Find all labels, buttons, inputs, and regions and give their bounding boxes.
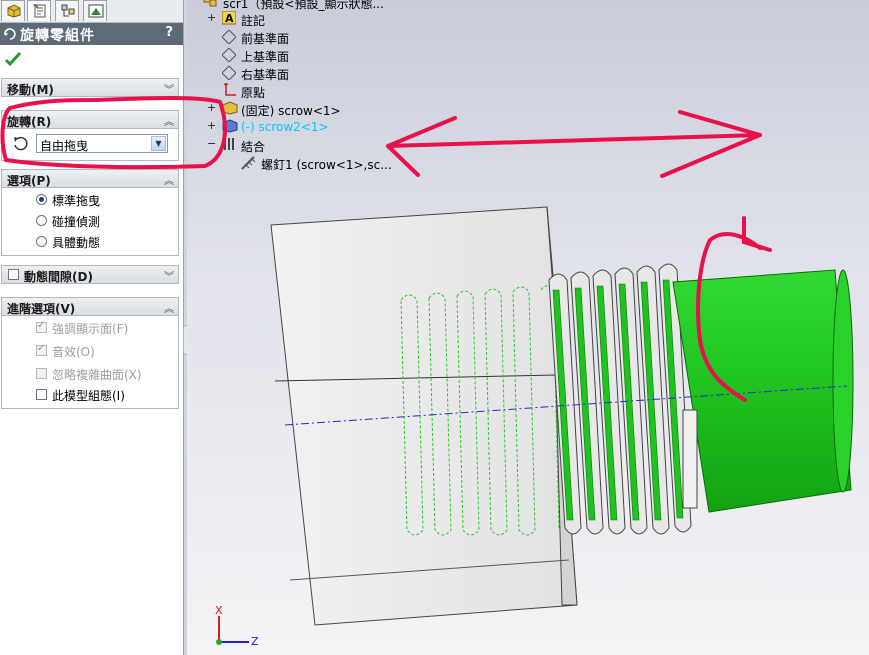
options-group-label: 選項(P): [7, 174, 51, 188]
move-group-header[interactable]: 移動(M) ︾: [1, 78, 179, 97]
expand-plus-icon[interactable]: +: [207, 101, 216, 114]
annotations-icon: A: [222, 11, 236, 25]
property-manager-panel: 旋轉零組件 ? 移動(M) ︾ 旋轉(R) ︽ 自由拖曳 ▼ 選項(P) ︽ 標…: [0, 0, 184, 655]
origin-icon: [223, 83, 236, 96]
expand-chevron-icon: ︾: [164, 85, 174, 96]
dynamic-clearance-group-header[interactable]: 動態間隙(D) ︾: [1, 265, 179, 284]
rotate-type-value: 自由拖曳: [40, 139, 89, 153]
advanced-group-header[interactable]: 進階選項(V) ︽: [1, 297, 179, 316]
expand-plus-icon[interactable]: +: [207, 11, 216, 24]
part-icon: [222, 101, 238, 115]
graphics-area[interactable]: scr1（預設<預設_顯示狀態... + A 註記 前基準面 上基準面 右基準面…: [187, 0, 869, 655]
option-label: 音效(O): [52, 345, 95, 359]
x-axis-label: X: [215, 604, 223, 617]
feature-manager-tab[interactable]: [1, 0, 25, 21]
manager-tabs: [0, 0, 183, 23]
options-group-header[interactable]: 選項(P) ︽: [1, 169, 179, 188]
screw-head-cylinder: [672, 269, 852, 513]
collapse-chevron-icon: ︽: [164, 117, 174, 128]
free-drag-rotate-icon: [14, 136, 28, 151]
feature-manager-tree: scr1（預設<預設_顯示狀態... + A 註記 前基準面 上基準面 右基準面…: [187, 0, 869, 180]
radio-button[interactable]: [36, 194, 47, 205]
property-manager-tab[interactable]: [27, 0, 51, 21]
rotate-group-label: 旋轉(R): [7, 115, 52, 129]
option-label: 碰撞偵測: [52, 215, 101, 229]
option-label: 此模型組態(I): [52, 389, 125, 403]
move-group-label: 移動(M): [7, 83, 54, 97]
option-label: 忽略複雜曲面(X): [52, 368, 142, 382]
z-axis-label: Z: [251, 635, 259, 648]
plane-icon: [222, 66, 236, 80]
option-label: 標準拖曳: [52, 194, 101, 208]
dynamic-clearance-checkbox[interactable]: [8, 269, 19, 280]
screw-head-end-face: [832, 269, 854, 493]
plane-icon: [222, 30, 236, 44]
dynamic-clearance-label: 動態間隙(D): [24, 270, 93, 284]
mates-icon: [224, 138, 234, 150]
checkbox: [36, 368, 47, 379]
dim-xpert-icon: [88, 4, 104, 18]
option-label: 強調顯示面(F): [52, 322, 129, 336]
rotate-group-header[interactable]: 旋轉(R) ︽: [1, 110, 179, 129]
checkbox: [36, 343, 47, 356]
radio-button[interactable]: [36, 215, 47, 226]
advanced-group-label: 進階選項(V): [7, 302, 76, 316]
screw-mate-icon: [241, 156, 256, 170]
panel-title-bar: 旋轉零組件 ?: [0, 23, 183, 45]
expand-plus-icon[interactable]: +: [207, 119, 216, 132]
collapse-chevron-icon: ︽: [164, 176, 174, 187]
ok-check-icon[interactable]: [4, 51, 22, 67]
property-manager-icon: [33, 4, 46, 18]
checkbox[interactable]: [36, 389, 47, 400]
option-label: 具體動態: [52, 236, 101, 250]
assembly-icon: [203, 0, 217, 7]
reference-triad: X Z: [211, 604, 261, 652]
configuration-manager-tab[interactable]: [55, 0, 79, 21]
rotate-type-dropdown[interactable]: 自由拖曳 ▼: [36, 134, 168, 153]
radio-button[interactable]: [36, 236, 47, 247]
dropdown-arrow-icon[interactable]: ▼: [151, 136, 166, 151]
svg-text:A: A: [225, 12, 234, 25]
dimxpert-tab[interactable]: [83, 0, 107, 21]
collapse-minus-icon[interactable]: −: [207, 137, 216, 150]
expand-chevron-icon: ︾: [164, 272, 174, 283]
part-icon: [222, 119, 238, 133]
feature-manager-icon: [7, 4, 21, 18]
collapse-chevron-icon: ︽: [164, 304, 174, 315]
checkbox: [36, 320, 47, 333]
configuration-manager-icon: [61, 4, 75, 17]
panel-title: 旋轉零組件: [20, 28, 95, 44]
help-button[interactable]: ?: [165, 25, 173, 40]
rotate-component-icon: [4, 28, 16, 40]
plane-icon: [222, 48, 236, 62]
